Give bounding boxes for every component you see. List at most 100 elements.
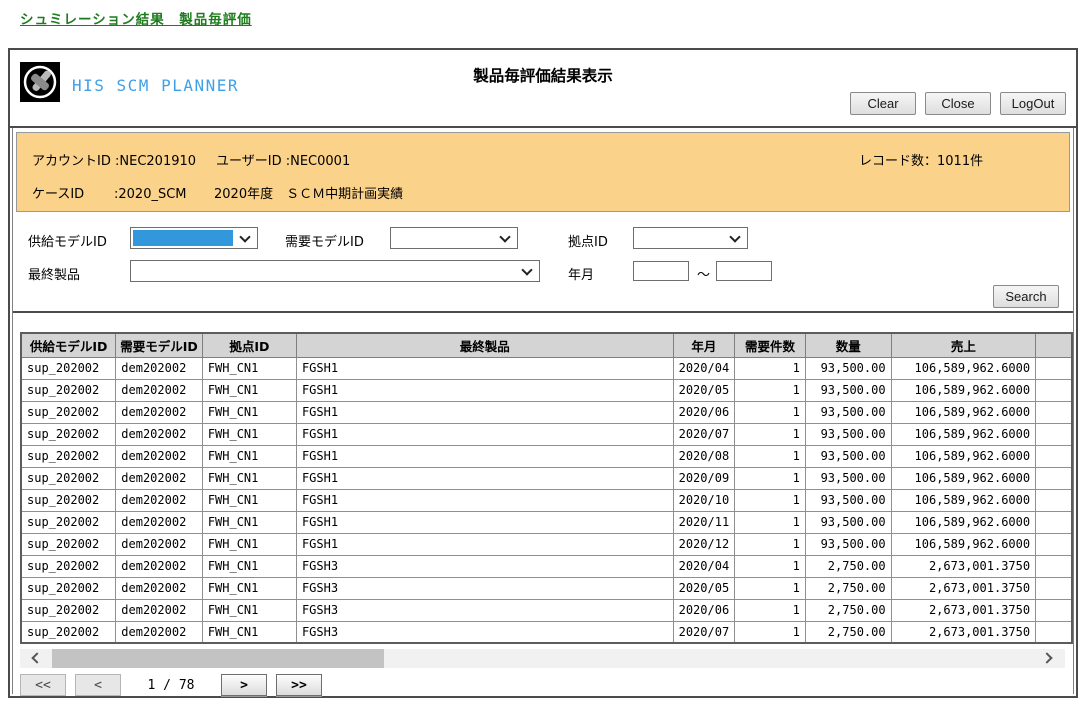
table-cell: [1036, 357, 1072, 379]
table-cell: 106,589,962.6000: [891, 511, 1036, 533]
scrollbar-thumb[interactable]: [52, 649, 384, 668]
table-cell: FWH_CN1: [202, 423, 296, 445]
table-cell: dem202002: [116, 379, 203, 401]
last-page-button[interactable]: >>: [276, 674, 322, 696]
breadcrumb-link[interactable]: シュミレーション結果 製品毎評価: [20, 8, 252, 28]
yearmonth-to-input[interactable]: [716, 261, 772, 281]
case-note: 2020年度 ＳＣＭ中期計画実績: [214, 183, 403, 202]
demand-model-select[interactable]: [390, 227, 518, 249]
table-cell: 2,750.00: [805, 577, 891, 599]
table-row[interactable]: sup_202002dem202002FWH_CN1FGSH12020/0519…: [21, 379, 1072, 401]
table-cell: sup_202002: [21, 621, 116, 643]
table-row[interactable]: sup_202002dem202002FWH_CN1FGSH12020/0419…: [21, 357, 1072, 379]
user-id-label: ユーザーID: [216, 154, 282, 169]
clear-button[interactable]: Clear: [850, 92, 916, 115]
table-cell: FWH_CN1: [202, 467, 296, 489]
table-cell: 106,589,962.6000: [891, 423, 1036, 445]
case-id-label: ケースID: [32, 183, 114, 202]
table-cell: 1: [735, 511, 806, 533]
table-cell: [1036, 511, 1072, 533]
table-cell: 93,500.00: [805, 533, 891, 555]
record-count: レコード数：1011件: [859, 150, 983, 169]
table-cell: sup_202002: [21, 533, 116, 555]
table-cell: 2020/05: [673, 379, 735, 401]
table-cell: FGSH3: [296, 577, 673, 599]
results-table: 供給モデルID需要モデルID拠点ID最終製品年月需要件数数量売上 sup_202…: [20, 332, 1073, 644]
table-cell: dem202002: [116, 621, 203, 643]
logout-button[interactable]: LogOut: [1000, 92, 1066, 115]
table-cell: 2,673,001.3750: [891, 621, 1036, 643]
table-cell: FWH_CN1: [202, 489, 296, 511]
table-cell: 93,500.00: [805, 489, 891, 511]
table-row[interactable]: sup_202002dem202002FWH_CN1FGSH12020/0919…: [21, 467, 1072, 489]
table-cell: [1036, 621, 1072, 643]
table-cell: FGSH3: [296, 555, 673, 577]
table-cell: 1: [735, 533, 806, 555]
table-cell: 2020/11: [673, 511, 735, 533]
table-row[interactable]: sup_202002dem202002FWH_CN1FGSH32020/0512…: [21, 577, 1072, 599]
table-cell: dem202002: [116, 401, 203, 423]
table-cell: 106,589,962.6000: [891, 489, 1036, 511]
table-header-row: 供給モデルID需要モデルID拠点ID最終製品年月需要件数数量売上: [21, 333, 1072, 357]
search-button[interactable]: Search: [993, 285, 1059, 308]
yearmonth-from-input[interactable]: [633, 261, 689, 281]
table-cell: sup_202002: [21, 511, 116, 533]
table-cell: dem202002: [116, 555, 203, 577]
table-row[interactable]: sup_202002dem202002FWH_CN1FGSH12020/1219…: [21, 533, 1072, 555]
scroll-left-arrow[interactable]: [20, 649, 52, 668]
table-cell: 2020/04: [673, 357, 735, 379]
chevron-right-icon: [1041, 652, 1052, 663]
table-row[interactable]: sup_202002dem202002FWH_CN1FGSH12020/0719…: [21, 423, 1072, 445]
product-select[interactable]: [130, 260, 540, 282]
table-cell: sup_202002: [21, 379, 116, 401]
scroll-right-arrow[interactable]: [1033, 649, 1065, 668]
table-cell: 2020/08: [673, 445, 735, 467]
table-cell: FGSH1: [296, 401, 673, 423]
table-row[interactable]: sup_202002dem202002FWH_CN1FGSH32020/0712…: [21, 621, 1072, 643]
table-cell: sup_202002: [21, 423, 116, 445]
table-cell: FGSH1: [296, 423, 673, 445]
table-cell: 93,500.00: [805, 357, 891, 379]
table-cell: 2020/06: [673, 401, 735, 423]
table-cell: 93,500.00: [805, 379, 891, 401]
header-cell: 数量: [805, 333, 891, 357]
table-cell: FGSH3: [296, 621, 673, 643]
table-cell: sup_202002: [21, 577, 116, 599]
table-cell: 106,589,962.6000: [891, 467, 1036, 489]
close-button[interactable]: Close: [925, 92, 991, 115]
site-id-select[interactable]: [633, 227, 748, 249]
table-row[interactable]: sup_202002dem202002FWH_CN1FGSH32020/0612…: [21, 599, 1072, 621]
table-cell: dem202002: [116, 533, 203, 555]
horizontal-scrollbar[interactable]: [20, 649, 1065, 668]
table-cell: [1036, 379, 1072, 401]
table-cell: 2,673,001.3750: [891, 599, 1036, 621]
table-cell: 2,750.00: [805, 555, 891, 577]
user-id: ユーザーID :NEC0001: [216, 150, 350, 169]
table-cell: 2020/04: [673, 555, 735, 577]
table-cell: 93,500.00: [805, 401, 891, 423]
table-row[interactable]: sup_202002dem202002FWH_CN1FGSH12020/1019…: [21, 489, 1072, 511]
table-row[interactable]: sup_202002dem202002FWH_CN1FGSH12020/0619…: [21, 401, 1072, 423]
table-cell: 2,673,001.3750: [891, 555, 1036, 577]
table-row[interactable]: sup_202002dem202002FWH_CN1FGSH12020/0819…: [21, 445, 1072, 467]
table-row[interactable]: sup_202002dem202002FWH_CN1FGSH32020/0412…: [21, 555, 1072, 577]
table-row[interactable]: sup_202002dem202002FWH_CN1FGSH12020/1119…: [21, 511, 1072, 533]
table-cell: 1: [735, 577, 806, 599]
table-cell: 1: [735, 401, 806, 423]
table-cell: dem202002: [116, 511, 203, 533]
table-cell: FGSH1: [296, 489, 673, 511]
table-cell: dem202002: [116, 357, 203, 379]
prev-page-button[interactable]: <: [75, 674, 121, 696]
pagination: << < 1 / 78 > >>: [20, 674, 322, 696]
table-cell: [1036, 445, 1072, 467]
supply-model-select[interactable]: [130, 227, 258, 249]
next-page-button[interactable]: >: [221, 674, 267, 696]
first-page-button[interactable]: <<: [20, 674, 66, 696]
supply-model-selection-highlight: [133, 230, 233, 246]
table-cell: 106,589,962.6000: [891, 533, 1036, 555]
table-cell: 93,500.00: [805, 467, 891, 489]
site-id-label: 拠点ID: [568, 231, 608, 250]
table-cell: 93,500.00: [805, 423, 891, 445]
section-divider: [13, 311, 1073, 313]
table-cell: [1036, 533, 1072, 555]
